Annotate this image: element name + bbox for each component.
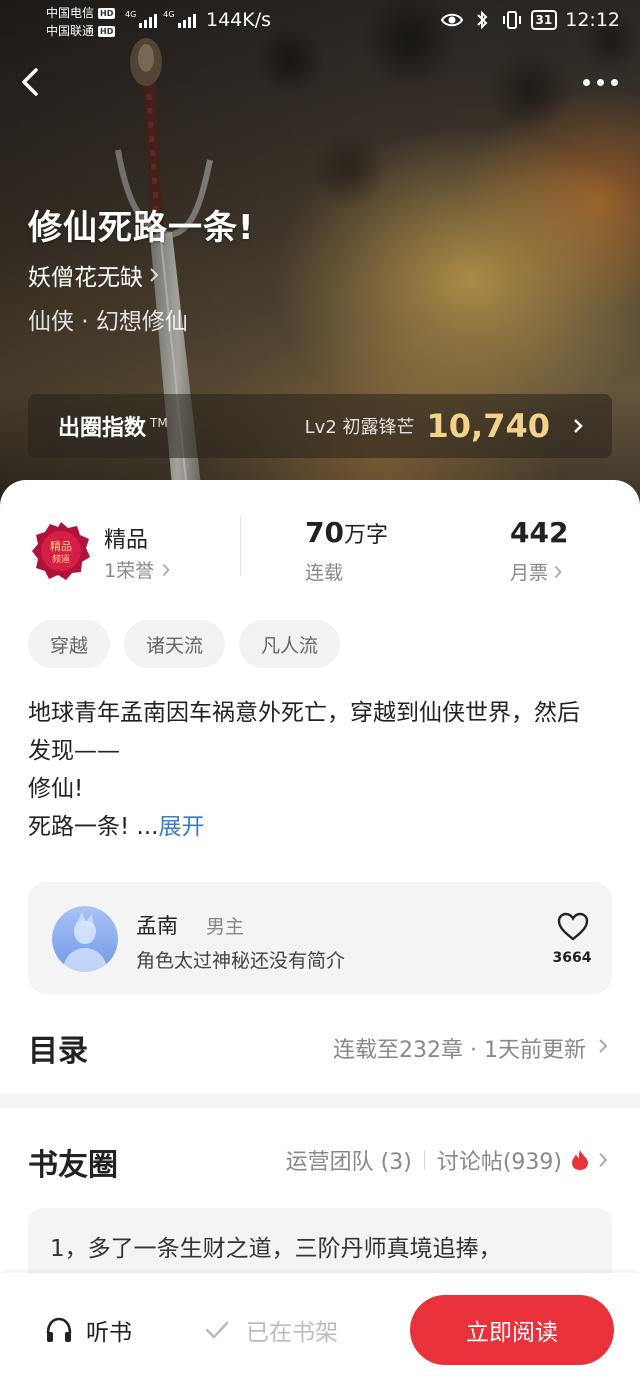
trademark-mark: TM — [150, 415, 168, 430]
stats-row: 精品 频道 精品 1荣誉 70万字 连载 442 月票 — [0, 510, 640, 590]
discussion-posts-link[interactable]: 讨论帖(939) — [437, 1144, 562, 1176]
ops-team-link[interactable]: 运营团队 (3) — [286, 1144, 412, 1176]
character-description: 角色太过神秘还没有简介 — [136, 950, 346, 972]
status-bar: 中国电信 HD 中国联通 HD 4G 4G 144K/s 31 12:12 — [0, 0, 640, 44]
synopsis: 地球青年孟南因车祸意外死亡，穿越到仙侠世界，然后发现—— 修仙! 死路一条! .… — [28, 694, 588, 846]
author-link[interactable]: 妖僧花无缺 — [28, 258, 159, 292]
listen-label: 听书 — [86, 1320, 132, 1346]
more-dot-icon — [610, 78, 618, 86]
listen-button[interactable]: 听书 — [44, 1313, 132, 1347]
influence-index-bar[interactable]: 出圈指数 TM Lv2 初露锋芒 10,740 — [28, 394, 612, 458]
expand-link[interactable]: 展开 — [158, 814, 204, 840]
badge-text: 频道 — [52, 553, 70, 565]
reader-circle-title: 书友圈 — [28, 1148, 118, 1183]
net-type: 4G — [125, 10, 137, 19]
post-preview-text: 1，多了一条生财之道，三阶丹师真境追捧， — [50, 1236, 502, 1262]
synopsis-line: 修仙! — [28, 776, 84, 802]
book-cover-header: 中国电信 HD 中国联通 HD 4G 4G 144K/s 31 12:12 修仙… — [0, 0, 640, 520]
heart-icon[interactable] — [556, 912, 590, 942]
honors-count: 1荣誉 — [104, 560, 155, 582]
word-count: 70万字 — [305, 516, 388, 549]
synopsis-line: 地球青年孟南因车祸意外死亡，穿越到仙侠世界，然后发现—— — [28, 700, 580, 764]
monthly-tickets-count: 442 — [510, 516, 569, 549]
character-name: 孟南 — [136, 914, 178, 938]
quality-badge-icon: 精品 频道 — [32, 522, 90, 580]
update-status: 连载至232章 · 1天前更新 — [333, 1038, 586, 1063]
toc-title: 目录 — [28, 1034, 88, 1069]
signal-bars-icon: 4G — [125, 10, 158, 28]
carrier-row: 中国联通 HD — [46, 22, 116, 40]
carrier-block: 中国电信 HD 中国联通 HD — [46, 4, 116, 40]
signal-strength: 4G 4G — [125, 10, 196, 28]
more-menu-button[interactable] — [580, 72, 620, 92]
flame-icon — [572, 1150, 588, 1170]
network-speed: 144K/s — [206, 9, 272, 31]
vibrate-icon — [502, 11, 521, 29]
bookshelf-status-button[interactable]: 已在书架 — [204, 1313, 338, 1347]
synopsis-line: 死路一条! ...展开 — [28, 814, 205, 840]
bluetooth-icon — [476, 10, 487, 30]
monthly-tickets-label: 月票 — [510, 562, 549, 584]
carrier-name: 中国联通 — [46, 24, 95, 38]
tag-chip[interactable]: 凡人流 — [239, 620, 341, 668]
hd-badge: HD — [98, 7, 116, 19]
badge-text: 精品 — [50, 540, 72, 553]
chevron-right-icon — [554, 565, 562, 578]
tag-chip[interactable]: 穿越 — [28, 620, 111, 668]
book-detail-card: 精品 频道 精品 1荣誉 70万字 连载 442 月票 穿越 诸天流 凡人流 地… — [0, 480, 640, 1387]
table-of-contents-row[interactable]: 目录 连载至232章 · 1天前更新 — [0, 1020, 640, 1074]
carrier-row: 中国电信 HD — [46, 4, 116, 22]
tag-chip[interactable]: 诸天流 — [124, 620, 226, 668]
headphone-icon — [46, 1317, 72, 1342]
index-value: 10,740 — [426, 407, 550, 445]
back-arrow-icon[interactable] — [16, 62, 48, 102]
bookshelf-label: 已在书架 — [246, 1320, 338, 1346]
section-divider — [0, 1094, 640, 1108]
character-role: 男主 — [206, 916, 245, 938]
check-icon — [205, 1321, 229, 1339]
like-count: 3664 — [552, 950, 592, 966]
monthly-tickets-link[interactable]: 月票 — [510, 558, 562, 585]
battery-icon: 31 — [530, 10, 558, 30]
tag-list: 穿越 诸天流 凡人流 — [28, 620, 341, 668]
signal-bars-icon: 4G — [163, 10, 196, 28]
eye-icon — [440, 13, 463, 27]
bottom-action-bar: 听书 已在书架 立即阅读 — [0, 1273, 640, 1387]
chevron-right-icon — [162, 563, 170, 576]
chevron-right-icon — [599, 1039, 608, 1053]
character-avatar — [52, 906, 118, 972]
reader-circle-header: 书友圈 运营团队 (3) 讨论帖(939) — [0, 1138, 640, 1183]
clock: 12:12 — [565, 9, 620, 31]
carrier-name: 中国电信 — [46, 6, 95, 20]
honors-link[interactable]: 1荣誉 — [104, 556, 170, 583]
serial-status: 连载 — [305, 562, 344, 584]
character-card[interactable]: 孟南 男主 角色太过神秘还没有简介 3664 — [28, 882, 612, 994]
hd-badge: HD — [98, 25, 116, 37]
more-dot-icon — [582, 78, 590, 86]
chevron-right-icon — [599, 1153, 608, 1167]
index-label: 出圈指数 TM — [58, 415, 168, 441]
chevron-right-icon — [574, 419, 583, 433]
chevron-right-icon — [150, 268, 159, 282]
reader-circle-links: 运营团队 (3) 讨论帖(939) — [286, 1144, 608, 1176]
index-value-group: Lv2 初露锋芒 10,740 — [305, 407, 584, 445]
index-level: Lv2 初露锋芒 — [304, 417, 415, 438]
author-name: 妖僧花无缺 — [28, 265, 143, 291]
genre-label: 仙侠 · 幻想修仙 — [28, 309, 188, 335]
net-type: 4G — [163, 10, 175, 19]
more-dot-icon — [596, 78, 604, 86]
quality-label: 精品 — [104, 528, 149, 553]
read-now-button[interactable]: 立即阅读 — [410, 1295, 614, 1365]
word-count-unit: 万字 — [343, 523, 388, 548]
divider — [240, 516, 241, 576]
divider — [423, 1150, 425, 1170]
book-title: 修仙死路一条! — [28, 208, 255, 248]
status-icons: 31 12:12 — [440, 9, 620, 31]
